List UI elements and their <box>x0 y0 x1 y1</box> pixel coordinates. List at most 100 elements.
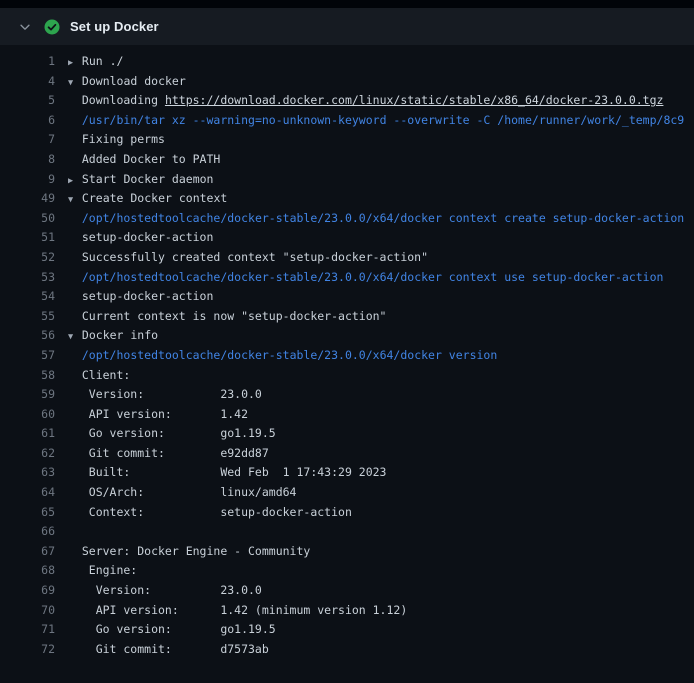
line-number[interactable]: 55 <box>0 307 55 327</box>
line-number[interactable]: 68 <box>0 561 55 581</box>
line-number[interactable]: 53 <box>0 268 55 288</box>
expanded-arrow-icon[interactable]: ▼ <box>68 328 75 346</box>
log-line: 61 Go version: go1.19.5 <box>0 424 694 444</box>
line-number[interactable]: 69 <box>0 581 55 601</box>
expanded-arrow-icon[interactable]: ▼ <box>68 191 75 209</box>
collapsed-arrow-icon[interactable]: ▶ <box>68 172 75 190</box>
log-line: 60 API version: 1.42 <box>0 405 694 425</box>
log-line: 6 /usr/bin/tar xz --warning=no-unknown-k… <box>0 111 694 131</box>
collapsed-arrow-icon[interactable]: ▶ <box>68 54 75 72</box>
line-number[interactable]: 8 <box>0 150 55 170</box>
log-command-text: /opt/hostedtoolcache/docker-stable/23.0.… <box>82 211 684 225</box>
log-text: Client: <box>68 368 130 382</box>
line-content: Current context is now "setup-docker-act… <box>68 307 694 327</box>
line-number[interactable]: 58 <box>0 366 55 386</box>
line-content: /usr/bin/tar xz --warning=no-unknown-key… <box>68 111 694 131</box>
line-content: API version: 1.42 (minimum version 1.12) <box>68 601 694 621</box>
chevron-down-icon[interactable] <box>18 20 32 34</box>
line-content: /opt/hostedtoolcache/docker-stable/23.0.… <box>68 209 694 229</box>
log-text: Engine: <box>68 563 137 577</box>
line-content: Added Docker to PATH <box>68 150 694 170</box>
log-line: 51 setup-docker-action <box>0 228 694 248</box>
log-line: 52 Successfully created context "setup-d… <box>0 248 694 268</box>
log-group-line: 49 ▼ Create Docker context <box>0 189 694 209</box>
log-text: Server: Docker Engine - Community <box>68 544 310 558</box>
log-line: 71 Go version: go1.19.5 <box>0 620 694 640</box>
line-number[interactable]: 4 <box>0 72 55 92</box>
line-number[interactable]: 6 <box>0 111 55 131</box>
line-number[interactable]: 7 <box>0 130 55 150</box>
step-header[interactable]: Set up Docker <box>0 8 694 45</box>
line-number[interactable]: 59 <box>0 385 55 405</box>
log-line: 68 Engine: <box>0 561 694 581</box>
line-number[interactable]: 56 <box>0 326 55 346</box>
line-content: OS/Arch: linux/amd64 <box>68 483 694 503</box>
log-link[interactable]: https://download.docker.com/linux/static… <box>165 93 664 107</box>
line-number[interactable]: 60 <box>0 405 55 425</box>
log-text: setup-docker-action <box>68 289 213 303</box>
log-group-line: 1 ▶ Run ./ <box>0 52 694 72</box>
line-content[interactable]: ▼ Create Docker context <box>68 189 694 209</box>
line-content: Server: Docker Engine - Community <box>68 542 694 562</box>
log-line: 67 Server: Docker Engine - Community <box>0 542 694 562</box>
line-number[interactable]: 1 <box>0 52 55 72</box>
line-number[interactable]: 62 <box>0 444 55 464</box>
line-number[interactable]: 63 <box>0 463 55 483</box>
line-content: Go version: go1.19.5 <box>68 424 694 444</box>
line-number[interactable]: 52 <box>0 248 55 268</box>
line-number[interactable]: 72 <box>0 640 55 660</box>
line-number[interactable]: 5 <box>0 91 55 111</box>
line-content[interactable]: ▼ Docker info <box>68 326 694 346</box>
line-content: /opt/hostedtoolcache/docker-stable/23.0.… <box>68 268 694 288</box>
line-number[interactable]: 57 <box>0 346 55 366</box>
line-number[interactable]: 51 <box>0 228 55 248</box>
log-text: Context: setup-docker-action <box>68 505 352 519</box>
line-content: Built: Wed Feb 1 17:43:29 2023 <box>68 463 694 483</box>
log-line: 70 API version: 1.42 (minimum version 1.… <box>0 601 694 621</box>
line-number[interactable]: 66 <box>0 522 55 542</box>
log-text: API version: 1.42 <box>68 407 248 421</box>
log-text: Successfully created context "setup-dock… <box>68 250 428 264</box>
log-text <box>68 211 82 225</box>
log-text <box>68 113 82 127</box>
line-content: Version: 23.0.0 <box>68 581 694 601</box>
page-top-strip <box>0 0 694 8</box>
log-text: Built: Wed Feb 1 17:43:29 2023 <box>68 465 387 479</box>
line-number[interactable]: 65 <box>0 503 55 523</box>
line-number[interactable]: 50 <box>0 209 55 229</box>
log-line: 54 setup-docker-action <box>0 287 694 307</box>
log-lines: 1▶ Run ./4▼ Download docker5 Downloading… <box>0 52 694 659</box>
log-container: 1▶ Run ./4▼ Download docker5 Downloading… <box>0 45 694 683</box>
log-text: setup-docker-action <box>68 230 213 244</box>
log-text: Added Docker to PATH <box>68 152 220 166</box>
expanded-arrow-icon[interactable]: ▼ <box>68 74 75 92</box>
log-line: 57 /opt/hostedtoolcache/docker-stable/23… <box>0 346 694 366</box>
line-number[interactable]: 70 <box>0 601 55 621</box>
log-line: 63 Built: Wed Feb 1 17:43:29 2023 <box>0 463 694 483</box>
line-content[interactable]: ▼ Download docker <box>68 72 694 92</box>
line-number[interactable]: 67 <box>0 542 55 562</box>
line-content: Git commit: e92dd87 <box>68 444 694 464</box>
log-line: 53 /opt/hostedtoolcache/docker-stable/23… <box>0 268 694 288</box>
line-number[interactable]: 64 <box>0 483 55 503</box>
log-group-line: 4 ▼ Download docker <box>0 72 694 92</box>
log-line: 8 Added Docker to PATH <box>0 150 694 170</box>
line-content[interactable]: ▶ Run ./ <box>68 52 694 72</box>
log-text: Start Docker daemon <box>75 172 213 186</box>
line-content[interactable]: ▶ Start Docker daemon <box>68 170 694 190</box>
line-content: Git commit: d7573ab <box>68 640 694 660</box>
line-number[interactable]: 54 <box>0 287 55 307</box>
line-number[interactable]: 9 <box>0 170 55 190</box>
line-number[interactable]: 49 <box>0 189 55 209</box>
log-group-line: 9 ▶ Start Docker daemon <box>0 170 694 190</box>
log-text: Download docker <box>75 74 186 88</box>
line-number[interactable]: 61 <box>0 424 55 444</box>
log-text: Git commit: e92dd87 <box>68 446 269 460</box>
line-number[interactable]: 71 <box>0 620 55 640</box>
line-content: /opt/hostedtoolcache/docker-stable/23.0.… <box>68 346 694 366</box>
log-text: Create Docker context <box>75 191 227 205</box>
log-text: Docker info <box>75 328 158 342</box>
log-group-line: 56 ▼ Docker info <box>0 326 694 346</box>
line-content: Fixing perms <box>68 130 694 150</box>
line-content: Version: 23.0.0 <box>68 385 694 405</box>
